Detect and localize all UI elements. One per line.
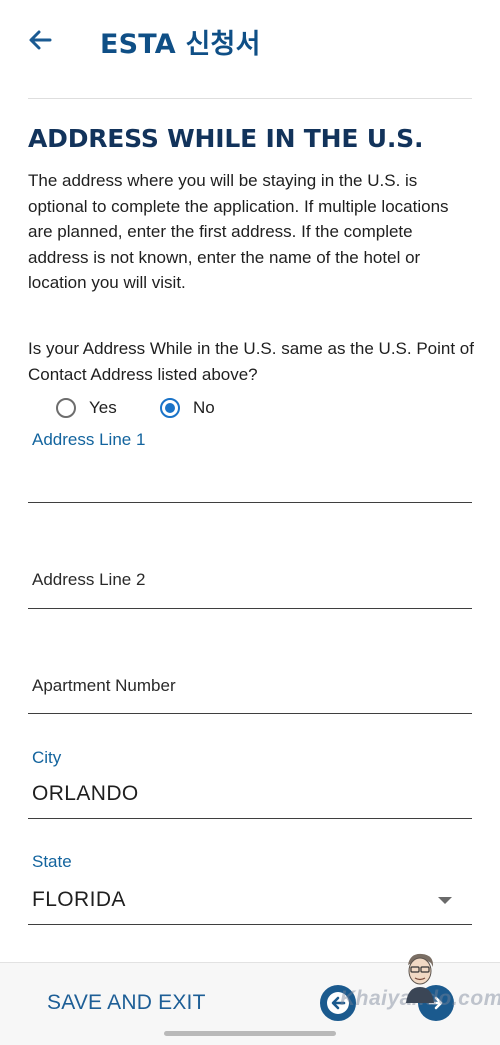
state-label: State [32,852,72,871]
section-title: ADDRESS WHILE IN THE U.S. [28,124,424,153]
save-and-exit-button[interactable]: SAVE AND EXIT [47,991,206,1015]
radio-label-yes: Yes [89,398,117,417]
address-line-2-field[interactable]: Address Line 2 [28,540,472,610]
address-line-2-underline [28,608,472,609]
state-value[interactable]: FLORIDA [32,888,126,912]
state-select[interactable]: State FLORIDA [28,850,472,926]
apartment-number-label: Apartment Number [32,676,176,695]
city-field[interactable]: City ORLANDO [28,746,472,822]
address-line-2-label: Address Line 2 [32,570,146,589]
chevron-down-icon[interactable] [438,897,452,904]
state-underline [28,924,472,925]
radio-button-no[interactable] [160,398,180,418]
radio-option-yes[interactable]: Yes [56,398,117,418]
app-bar: ESTA 신청서 [0,0,500,80]
radio-button-yes[interactable] [56,398,76,418]
city-underline [28,818,472,819]
city-label: City [32,748,62,767]
apartment-number-underline [28,713,472,714]
radio-label-no: No [193,398,215,417]
section-description: The address where you will be staying in… [28,171,449,292]
back-button[interactable] [24,24,56,56]
address-line-1-underline [28,502,472,503]
address-line-1-field[interactable]: Address Line 1 [28,428,472,504]
app-title: ESTA 신청서 [100,29,261,60]
home-indicator[interactable] [164,1031,336,1036]
apartment-number-field[interactable]: Apartment Number [28,646,472,716]
radio-selected-dot [165,403,175,413]
mascot-avatar-icon [406,953,434,1003]
address-line-1-label: Address Line 1 [32,430,146,449]
bottom-action-bar: SAVE AND EXIT Khaiyando.com [0,953,500,1045]
arrow-left-icon [29,30,52,50]
city-input[interactable]: ORLANDO [32,782,139,806]
same-address-question: Is your Address While in the U.S. same a… [28,339,474,384]
header-divider [28,98,472,99]
radio-option-no[interactable]: No [160,398,215,418]
